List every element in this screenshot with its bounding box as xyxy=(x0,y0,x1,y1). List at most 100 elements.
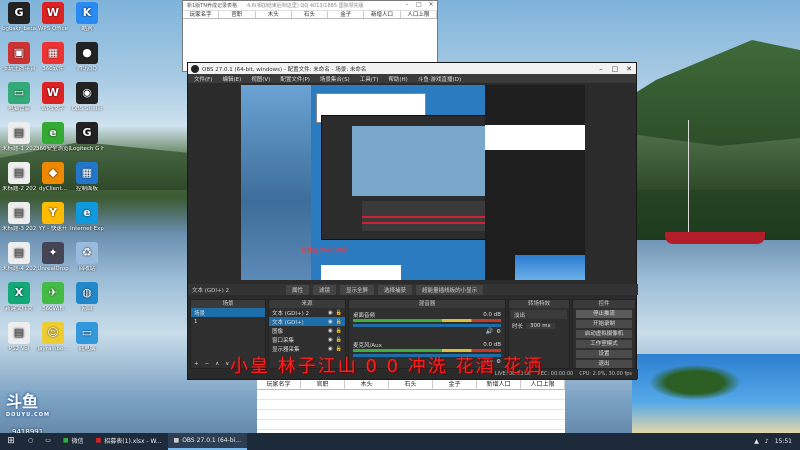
close-icon[interactable]: ✕ xyxy=(425,1,437,10)
menu-item[interactable]: 工具(T) xyxy=(360,75,379,83)
desktop-icon[interactable]: e 360安全浏览器 xyxy=(36,122,70,152)
desktop-icon[interactable]: ● 腾讯QQ xyxy=(70,42,104,72)
gear-icon[interactable]: ⚙ xyxy=(496,329,501,335)
desktop-icon[interactable]: ▤ 未标题-1 2022/1 xyxy=(2,122,36,152)
down-icon[interactable]: ∨ xyxy=(225,361,229,367)
desktop-icon[interactable]: ▭ 此电脑 xyxy=(70,322,104,352)
taskbar-task[interactable]: ■ 招募表(1).xlsx - W... xyxy=(90,433,168,450)
taskbar-task[interactable]: ■ OBS 27.0.1 (64-bi... xyxy=(167,433,247,450)
lock-icon[interactable]: 🔓 xyxy=(336,310,342,316)
speaker-icon[interactable]: 🔊 xyxy=(486,328,493,335)
desktop-icon[interactable]: W WPS Office xyxy=(36,2,70,32)
column-header[interactable]: 玩家名字 xyxy=(257,380,301,389)
menu-item[interactable]: 编辑(E) xyxy=(222,75,241,83)
control-button[interactable]: 退出 xyxy=(576,360,632,368)
desktop-icon[interactable]: e Internet Explorer xyxy=(70,202,104,232)
menu-item[interactable]: 斗鱼·游戏直播(D) xyxy=(418,75,461,83)
source-item[interactable]: 文本 (GDI+) 2 ◉ 🔓 xyxy=(269,308,345,317)
desktop-icon[interactable]: ◆ dyClient... xyxy=(36,162,70,192)
column-header[interactable]: 官职 xyxy=(219,11,256,18)
control-button[interactable]: 启动虚拟摄像机 xyxy=(576,330,632,338)
eye-icon[interactable]: ◉ xyxy=(328,328,333,334)
source-label[interactable]: 超能量插线板的小显示 xyxy=(416,284,484,295)
add-icon[interactable]: + xyxy=(194,361,199,367)
desktop-icon[interactable]: ✦ UnrealDrop xyxy=(36,242,70,272)
duration-input[interactable]: 300 ms xyxy=(526,322,555,329)
column-header[interactable]: 人口上限 xyxy=(401,11,437,18)
desktop-icon[interactable]: X 新建文件夹 xyxy=(2,282,36,312)
desktop-icon[interactable]: K 酷狗 xyxy=(70,2,104,32)
excel-title-bar[interactable]: 新1版TN养成记录表格 4.6(相加结束后到这里) QQ 4013/1885 国… xyxy=(183,1,437,11)
obs-title-bar[interactable]: OBS 27.0.1 (64-bit, windows) - 配置文件: 未命名… xyxy=(188,63,636,74)
clock[interactable]: 15:51 xyxy=(775,438,792,445)
column-header[interactable]: 金子 xyxy=(328,11,365,18)
filters-button[interactable]: 滤镜 xyxy=(313,284,337,295)
source-item[interactable]: 图像 ◉ 🔓 xyxy=(269,326,345,335)
volume-slider[interactable] xyxy=(353,324,501,327)
column-header[interactable]: 新增人口 xyxy=(364,11,401,18)
column-header[interactable]: 官职 xyxy=(301,380,345,389)
column-header[interactable]: 玩家名字 xyxy=(183,11,220,18)
desktop-icon[interactable]: ▦ 控制面板 xyxy=(70,162,104,192)
source-button-1[interactable]: 显示全屏 xyxy=(340,284,375,295)
desktop-icon[interactable]: G Logitech G HUB xyxy=(70,122,104,152)
eye-icon[interactable]: ◉ xyxy=(328,346,333,352)
eye-icon[interactable]: ◉ xyxy=(328,310,333,316)
control-button[interactable]: 停止推流 xyxy=(576,310,632,318)
transition-select[interactable]: 淡出 xyxy=(511,310,567,319)
menu-item[interactable]: 视图(V) xyxy=(251,75,270,83)
desktop-icon[interactable]: ♻ 回收站 xyxy=(70,242,104,272)
desktop-icon[interactable]: ▤ 未标题-4 2022/06 xyxy=(2,242,36,272)
column-header[interactable]: 石头 xyxy=(389,380,433,389)
search-icon[interactable]: ○ xyxy=(22,433,39,450)
volume-icon[interactable]: ♪ xyxy=(765,438,769,445)
source-item[interactable]: 窗口采集 ◉ 🔓 xyxy=(269,335,345,344)
close-icon[interactable]: ✕ xyxy=(622,65,636,73)
maximize-icon[interactable]: □ xyxy=(413,1,425,10)
eye-icon[interactable]: ◉ xyxy=(328,319,333,325)
desktop-icon[interactable]: ◍ 网络 xyxy=(70,282,104,312)
control-button[interactable]: 开始录制 xyxy=(576,320,632,328)
menu-item[interactable]: 帮助(H) xyxy=(388,75,407,83)
column-header[interactable]: 人口上限 xyxy=(521,380,565,389)
remove-icon[interactable]: − xyxy=(205,361,210,367)
lock-icon[interactable]: 🔓 xyxy=(336,319,342,325)
desktop-icon[interactable]: ◉ OBS Studio xyxy=(70,82,104,112)
desktop-icon[interactable]: ▤ PS2 Vol xyxy=(2,322,36,352)
minimize-icon[interactable]: – xyxy=(401,1,413,10)
source-item[interactable]: 文本 (GDI+) ◉ 🔓 xyxy=(269,317,345,326)
desktop-icon[interactable]: ▭ 电脑管家 xyxy=(2,82,36,112)
taskbar-task[interactable]: ■ 微信 xyxy=(57,433,90,450)
up-icon[interactable]: ∧ xyxy=(215,361,219,367)
obs-preview-canvas[interactable]: 直播互动中心预告 xyxy=(241,85,485,280)
properties-button[interactable]: 属性 xyxy=(286,284,310,295)
desktop-icon[interactable]: W WPS文字 xyxy=(36,82,70,112)
control-button[interactable]: 工作室模式 xyxy=(576,340,632,348)
column-header[interactable]: 石头 xyxy=(292,11,329,18)
desktop-icon[interactable]: ▤ 未标题-2 2022/06 xyxy=(2,162,36,192)
column-header[interactable]: 木头 xyxy=(345,380,389,389)
column-header[interactable]: 木头 xyxy=(256,11,292,18)
menu-item[interactable]: 配置文件(P) xyxy=(280,75,310,83)
source-button-2[interactable]: 选择捕获 xyxy=(378,284,413,295)
network-icon[interactable]: ▲ xyxy=(754,438,759,445)
lock-icon[interactable]: 🔓 xyxy=(336,346,342,352)
desktop-icon[interactable]: Gbgbskr_beta... xyxy=(2,2,36,32)
desktop-icon[interactable]: ▤ 未标题-3 2022/06 xyxy=(2,202,36,232)
lock-icon[interactable]: 🔓 xyxy=(336,328,342,334)
desktop-icon[interactable]: ✈ 360WiFi xyxy=(36,282,70,312)
minimize-icon[interactable]: – xyxy=(594,65,608,73)
scene-item[interactable]: 1 xyxy=(191,317,265,326)
desktop-icon[interactable]: ☺ Jayrainbo... xyxy=(36,322,70,352)
scene-item[interactable]: 场景 xyxy=(191,308,265,317)
task-view-icon[interactable]: ▭ xyxy=(39,433,57,450)
desktop-icon[interactable]: Y YY - 快速开 xyxy=(36,202,70,232)
menu-item[interactable]: 文件(F) xyxy=(194,75,212,83)
column-header[interactable]: 新增人口 xyxy=(477,380,521,389)
menu-item[interactable]: 场景集合(S) xyxy=(320,75,350,83)
maximize-icon[interactable]: □ xyxy=(608,65,622,73)
start-button[interactable]: ⊞ xyxy=(0,433,22,450)
control-button[interactable]: 设置 xyxy=(576,350,632,358)
obs-window[interactable]: OBS 27.0.1 (64-bit, windows) - 配置文件: 未命名… xyxy=(187,62,638,380)
desktop-icon[interactable]: ▦ 360软件 xyxy=(36,42,70,72)
